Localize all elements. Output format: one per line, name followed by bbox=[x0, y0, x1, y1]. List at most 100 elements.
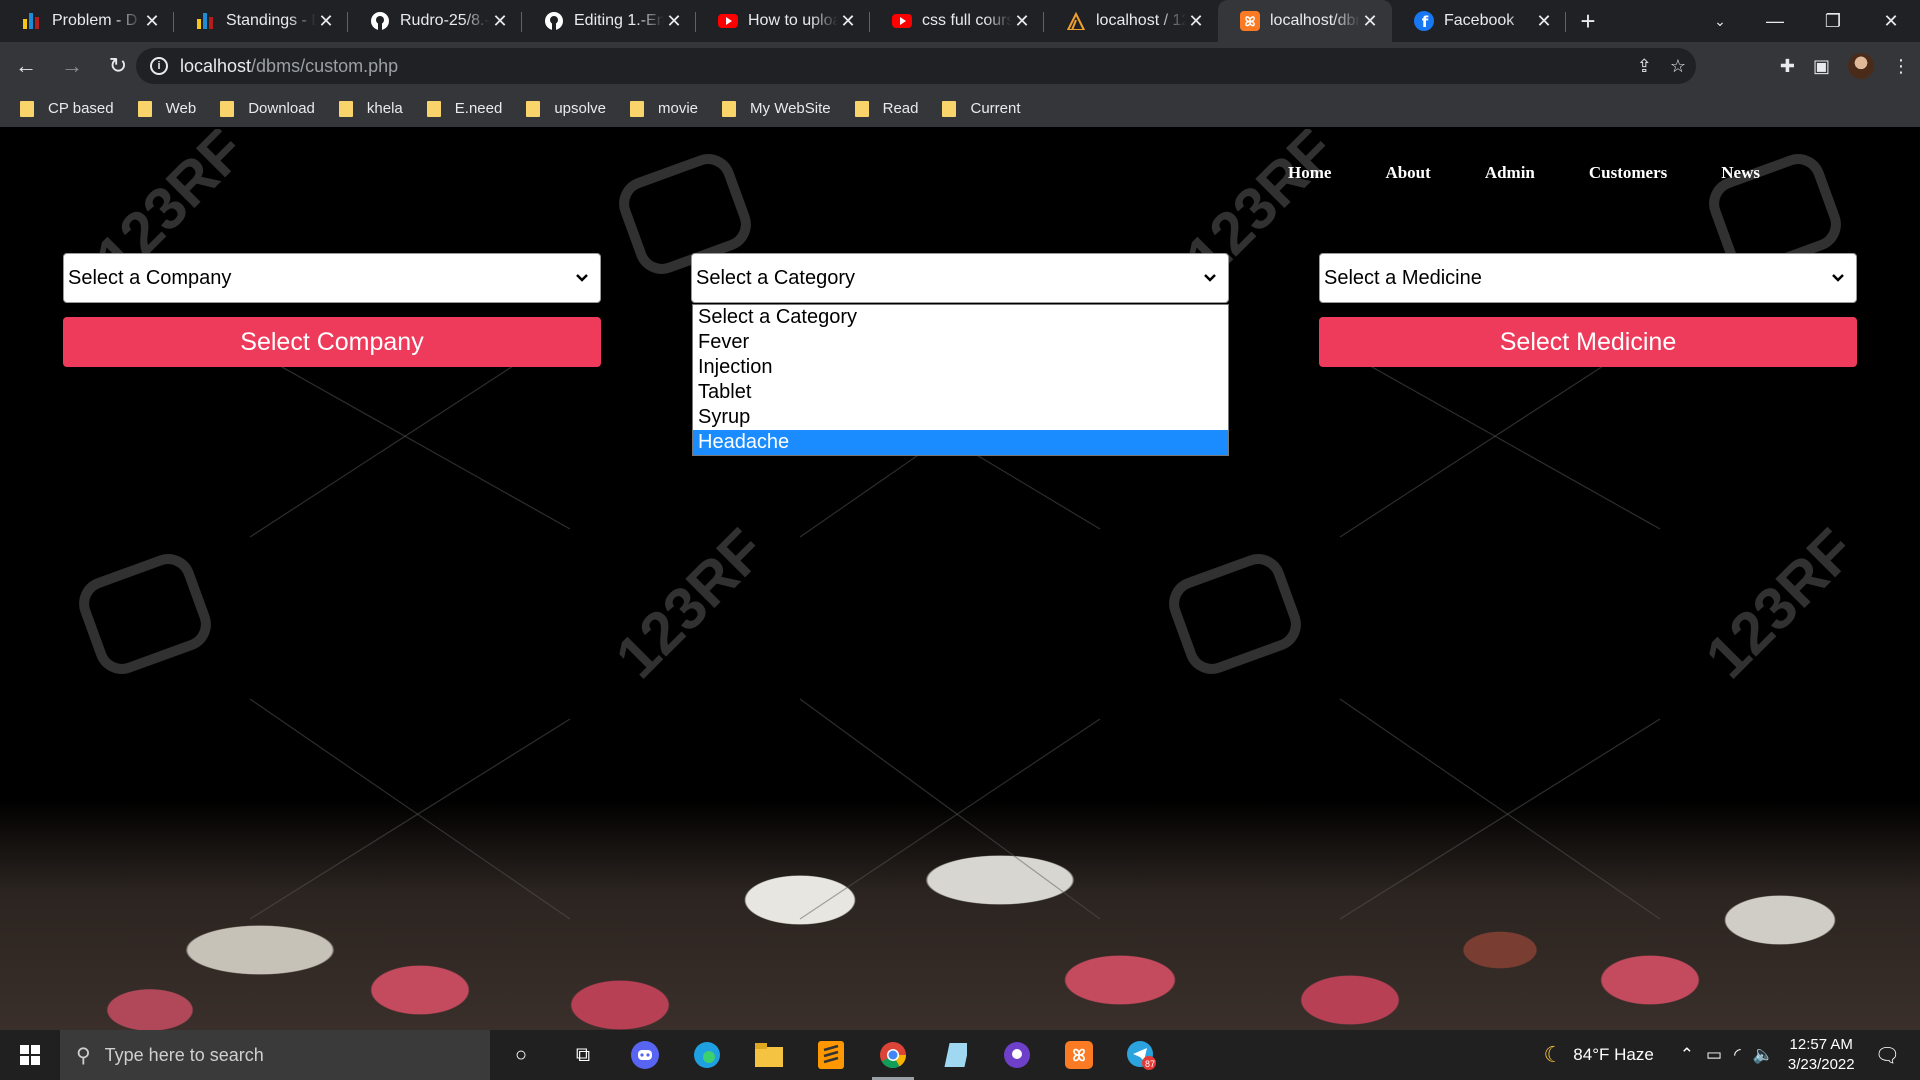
tab[interactable]: Problem - D - Codeforces ✕ bbox=[0, 0, 174, 42]
wifi-icon[interactable]: ◜ bbox=[1734, 1045, 1741, 1065]
tab[interactable]: How to upload ✕ bbox=[696, 0, 870, 42]
nav-customers[interactable]: Customers bbox=[1589, 163, 1667, 183]
tab[interactable]: localhost / 127.0.0.1 ✕ bbox=[1044, 0, 1218, 42]
select-medicine-button[interactable]: Select Medicine bbox=[1319, 317, 1857, 367]
chrome-icon[interactable] bbox=[862, 1030, 924, 1080]
extensions-icon[interactable]: ✚ bbox=[1780, 56, 1795, 77]
company-select[interactable]: Select a Company bbox=[63, 253, 601, 303]
facebook-icon: f bbox=[1414, 11, 1434, 31]
bookmarks-bar: CP based Web Download khela E.need upsol… bbox=[0, 90, 1920, 128]
close-icon[interactable]: ✕ bbox=[316, 11, 336, 32]
close-icon[interactable]: ✕ bbox=[490, 11, 510, 32]
tab-title: localhost/dbms/ bbox=[1270, 12, 1360, 29]
url-text[interactable]: localhost/dbms/custom.php bbox=[180, 56, 398, 77]
category-select[interactable]: Select a Category bbox=[691, 253, 1229, 303]
close-icon[interactable]: ✕ bbox=[1360, 11, 1380, 32]
share-icon[interactable]: ⇪ bbox=[1637, 56, 1652, 77]
windows-start-icon[interactable] bbox=[0, 1030, 60, 1080]
tab[interactable]: Rudro-25/8.-SQL ✕ bbox=[348, 0, 522, 42]
close-icon[interactable]: ✕ bbox=[142, 11, 162, 32]
bookmark-folder[interactable]: Read bbox=[854, 100, 918, 117]
youtube-icon bbox=[718, 11, 738, 31]
windows-taskbar: ⚲ Type here to search ○ ⧉ ꕤ 87 ☾ 84°F Ha… bbox=[0, 1030, 1920, 1080]
dropdown-option[interactable]: Injection bbox=[693, 355, 1228, 380]
chevron-down-icon bbox=[576, 274, 588, 282]
xampp-icon[interactable]: ꕤ bbox=[1048, 1030, 1110, 1080]
dropdown-option[interactable]: Syrup bbox=[693, 405, 1228, 430]
github-desktop-icon[interactable] bbox=[986, 1030, 1048, 1080]
bookmark-star-icon[interactable]: ☆ bbox=[1670, 56, 1686, 77]
avatar[interactable] bbox=[1848, 53, 1874, 79]
restore-icon[interactable]: ❐ bbox=[1804, 0, 1862, 42]
bookmark-folder[interactable]: Web bbox=[137, 100, 196, 117]
sublime-text-icon[interactable] bbox=[800, 1030, 862, 1080]
tab-active[interactable]: ꕤ localhost/dbms/ ✕ bbox=[1218, 0, 1392, 42]
dropdown-option[interactable]: Select a Category bbox=[693, 305, 1228, 330]
tab-strip: Problem - D - Codeforces ✕ Standings - E… bbox=[0, 0, 1920, 42]
search-icon: ⚲ bbox=[76, 1044, 91, 1067]
taskbar-search-placeholder: Type here to search bbox=[104, 1044, 264, 1065]
chevron-up-icon[interactable]: ⌃ bbox=[1680, 1045, 1694, 1065]
notepad-icon[interactable] bbox=[924, 1030, 986, 1080]
select-company-button[interactable]: Select Company bbox=[63, 317, 601, 367]
side-panel-icon[interactable]: ▣ bbox=[1813, 56, 1830, 77]
taskbar-search[interactable]: ⚲ Type here to search bbox=[60, 1030, 490, 1080]
bookmark-folder[interactable]: movie bbox=[630, 100, 698, 117]
tab-title: Problem - D - Codeforces bbox=[52, 12, 142, 29]
phpmyadmin-icon bbox=[1066, 11, 1086, 31]
codeforces-icon bbox=[22, 11, 42, 31]
dropdown-option[interactable]: Tablet bbox=[693, 380, 1228, 405]
folder-icon bbox=[630, 100, 645, 117]
medicine-select[interactable]: Select a Medicine bbox=[1319, 253, 1857, 303]
close-icon[interactable]: ✕ bbox=[664, 11, 684, 32]
close-icon[interactable]: ✕ bbox=[838, 11, 858, 32]
info-icon[interactable]: i bbox=[150, 57, 168, 75]
reload-icon[interactable]: ↻ bbox=[98, 46, 138, 86]
nav-news[interactable]: News bbox=[1721, 163, 1760, 183]
back-icon[interactable]: ← bbox=[6, 46, 46, 86]
folder-icon bbox=[722, 100, 737, 117]
volume-icon[interactable]: 🔈 bbox=[1753, 1045, 1774, 1065]
close-icon[interactable]: ✕ bbox=[1012, 11, 1032, 32]
discord-icon[interactable] bbox=[614, 1030, 676, 1080]
file-explorer-icon[interactable] bbox=[738, 1030, 800, 1080]
cortana-icon[interactable]: ○ bbox=[490, 1030, 552, 1080]
address-bar[interactable]: i localhost/dbms/custom.php ⇪ ☆ bbox=[136, 48, 1696, 84]
bookmark-folder[interactable]: CP based bbox=[20, 100, 114, 117]
edge-icon[interactable] bbox=[676, 1030, 738, 1080]
nav-admin[interactable]: Admin bbox=[1485, 163, 1535, 183]
forward-icon[interactable]: → bbox=[52, 46, 92, 86]
bookmark-folder[interactable]: Current bbox=[942, 100, 1021, 117]
task-view-icon[interactable]: ⧉ bbox=[552, 1030, 614, 1080]
telegram-icon[interactable]: 87 bbox=[1110, 1030, 1172, 1080]
menu-icon[interactable]: ⋮ bbox=[1892, 56, 1910, 77]
taskbar-clock[interactable]: 12:57 AM 3/23/2022 bbox=[1788, 1035, 1855, 1075]
tab[interactable]: css full course ✕ bbox=[870, 0, 1044, 42]
bookmark-folder[interactable]: My WebSite bbox=[722, 100, 831, 117]
nav-home[interactable]: Home bbox=[1288, 163, 1331, 183]
minimize-icon[interactable]: — bbox=[1746, 0, 1804, 42]
bookmark-folder[interactable]: Download bbox=[220, 100, 315, 117]
battery-icon[interactable]: ▭ bbox=[1706, 1045, 1722, 1065]
dropdown-option[interactable]: Fever bbox=[693, 330, 1228, 355]
site-nav: Home About Admin Customers News bbox=[1288, 163, 1920, 183]
tab[interactable]: Standings - Educational ✕ bbox=[174, 0, 348, 42]
nav-about[interactable]: About bbox=[1385, 163, 1430, 183]
dropdown-option-highlighted[interactable]: Headache bbox=[693, 430, 1228, 455]
close-window-icon[interactable]: ✕ bbox=[1862, 0, 1920, 42]
weather-text[interactable]: 84°F Haze bbox=[1573, 1045, 1654, 1065]
close-icon[interactable]: ✕ bbox=[1186, 11, 1206, 32]
tab-search-icon[interactable]: ⌄ bbox=[1700, 0, 1740, 42]
clock-date: 3/23/2022 bbox=[1787, 1056, 1855, 1073]
folder-icon bbox=[137, 100, 152, 117]
bookmark-folder[interactable]: khela bbox=[338, 100, 403, 117]
tab[interactable]: Editing 1.-Employee ✕ bbox=[522, 0, 696, 42]
notifications-icon[interactable]: 🗨 bbox=[1875, 1043, 1900, 1068]
new-tab-button[interactable]: + bbox=[1566, 0, 1610, 42]
weather-icon[interactable]: ☾ bbox=[1544, 1042, 1564, 1068]
close-icon[interactable]: ✕ bbox=[1534, 11, 1554, 32]
folder-icon bbox=[338, 100, 353, 117]
bookmark-folder[interactable]: E.need bbox=[426, 100, 502, 117]
tab[interactable]: f Facebook ✕ bbox=[1392, 0, 1566, 42]
bookmark-folder[interactable]: upsolve bbox=[526, 100, 606, 117]
